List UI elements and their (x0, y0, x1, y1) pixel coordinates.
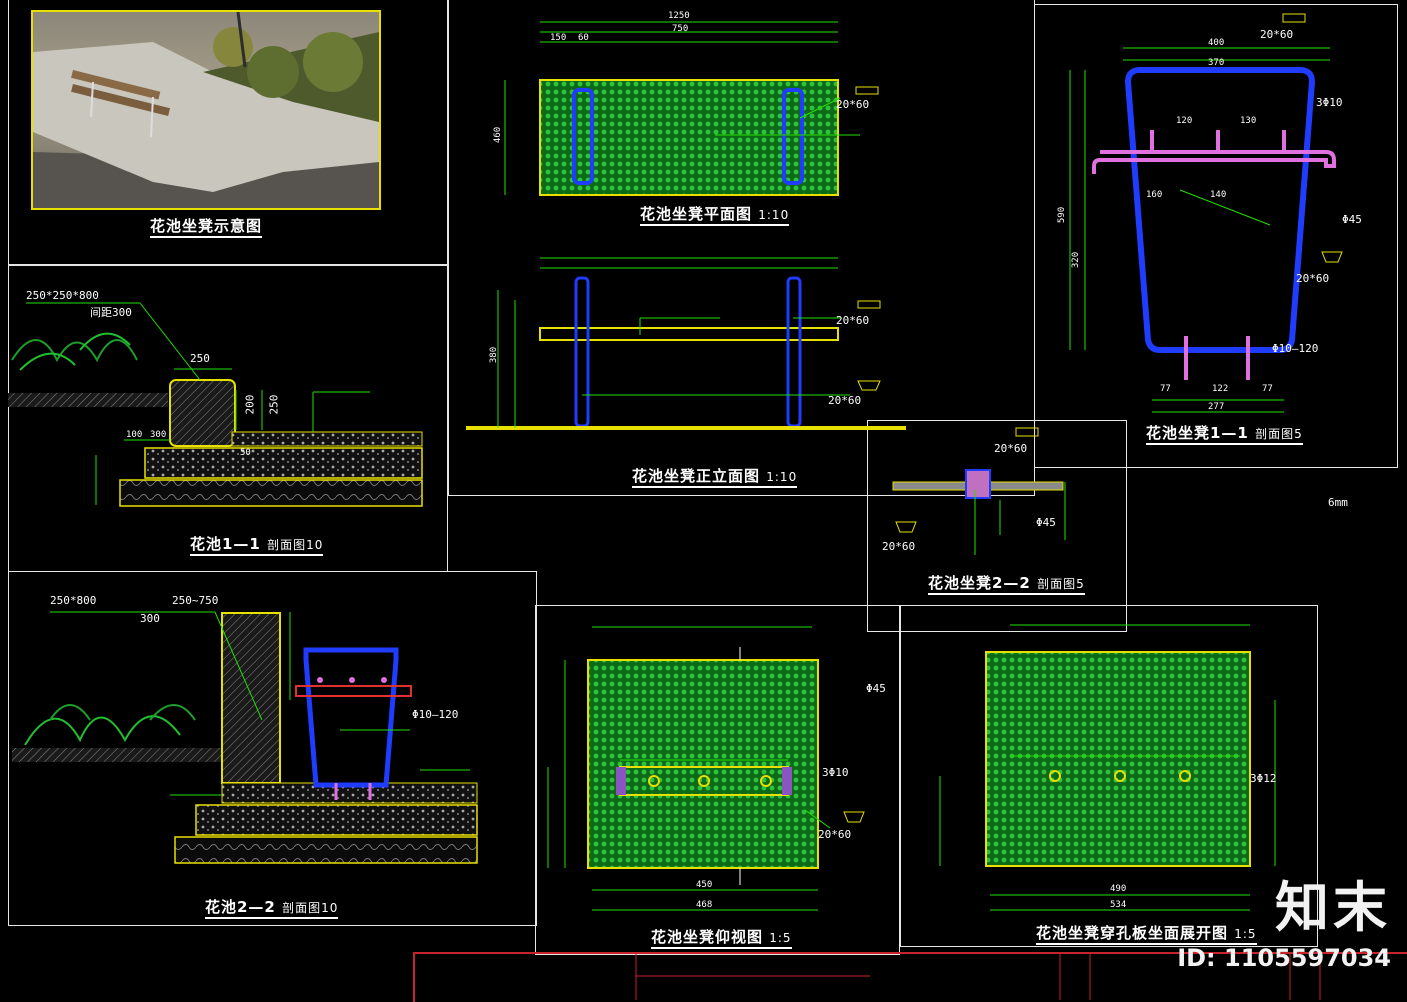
phi-label: Φ10—120 (412, 708, 459, 721)
seat22-tube-label: 20*60 (994, 442, 1028, 455)
seat-w277: 277 (1208, 402, 1225, 412)
watermark-id: ID: 1105597034 (1177, 944, 1391, 972)
seat-top-400: 400 (1208, 38, 1225, 48)
elev-tube-label-2: 20*60 (828, 394, 862, 407)
seat-h320: 320 (1071, 251, 1082, 269)
spacing-label: 间距300 (90, 306, 132, 319)
seat-w120: 120 (1176, 116, 1193, 126)
bottom-w450: 450 (696, 880, 713, 890)
seat-w77b: 77 (1262, 384, 1273, 394)
bottom-rod-label: 3Φ10 (822, 766, 849, 779)
unfold-w490: 490 (1110, 884, 1127, 894)
section-22-drawing (12, 611, 478, 864)
seat-w122: 122 (1212, 384, 1229, 394)
bottom-tube-label: 20*60 (818, 828, 852, 841)
watermark: 知末 ID: 1105597034 (1177, 863, 1391, 972)
seat-w130: 130 (1240, 116, 1257, 126)
elevation-caption: 花池坐凳正立面图 1:10 (632, 465, 798, 488)
watermark-logo: 知末 (1275, 876, 1391, 939)
elev-height-380: 380 (489, 346, 500, 364)
plan-width-150: 150 (550, 33, 567, 43)
seat-h590: 590 (1057, 206, 1068, 224)
bottom-view-drawing (547, 626, 865, 911)
seat-top-370: 370 (1208, 58, 1225, 68)
seat-rod-label: 3Φ10 (1316, 96, 1343, 109)
plate-note: 6mm (1328, 496, 1348, 509)
stone-top-label: 250*250*800 (26, 289, 99, 302)
plan-caption: 花池坐凳平面图 1:10 (640, 203, 790, 226)
seat-w140: 140 (1210, 190, 1227, 200)
plan-drawing (504, 21, 879, 196)
unfold-w534: 534 (1110, 900, 1127, 910)
bottom-phi45: Φ45 (866, 682, 886, 695)
bottom-view-caption: 花池坐凳仰视图 1:5 (651, 926, 792, 949)
seat-phi-label: Φ10—120 (1272, 342, 1319, 355)
elev-tube-label: 20*60 (836, 314, 870, 327)
unfold-phi12: 3Φ12 (1250, 772, 1277, 785)
plan-tube-label: 20*60 (836, 98, 870, 111)
spacing-label-2: 300 (140, 612, 160, 625)
seat-tube-label-2: 20*60 (1296, 272, 1330, 285)
seat-22-drawing (892, 427, 1066, 555)
plan-width-750: 750 (672, 24, 689, 34)
plan-height-460: 460 (493, 126, 504, 144)
bottom-w468: 468 (696, 900, 713, 910)
cad-drawing (8, 13, 1343, 1000)
section-11-drawing (8, 302, 423, 507)
dim-200: 200 (243, 394, 257, 415)
dim-250: 250 (190, 352, 210, 365)
plan-width-1250: 1250 (668, 11, 690, 21)
plan-width-60: 60 (578, 33, 589, 43)
seat-phi45: Φ45 (1342, 213, 1362, 226)
section-11-caption: 花池1—1 剖面图10 (190, 533, 324, 556)
dim-50: 50 (240, 448, 251, 458)
seat22-phi45: Φ45 (1036, 516, 1056, 529)
seat-22-caption: 花池坐凳2—2 剖面图5 (928, 572, 1085, 595)
section-22-caption: 花池2—2 剖面图10 (205, 896, 339, 919)
seat22-tube-label-2: 20*60 (882, 540, 916, 553)
range-label: 250~750 (172, 594, 219, 607)
seat-w77: 77 (1160, 384, 1171, 394)
seat-w160: 160 (1146, 190, 1163, 200)
dim-100: 100 (126, 430, 143, 440)
dim-250b: 250 (267, 394, 281, 415)
seat-11-caption: 花池坐凳1—1 剖面图5 (1146, 422, 1303, 445)
seat-tube-label: 20*60 (1260, 28, 1294, 41)
dim-300: 300 (150, 430, 167, 440)
stone-side-label: 250*800 (50, 594, 97, 607)
